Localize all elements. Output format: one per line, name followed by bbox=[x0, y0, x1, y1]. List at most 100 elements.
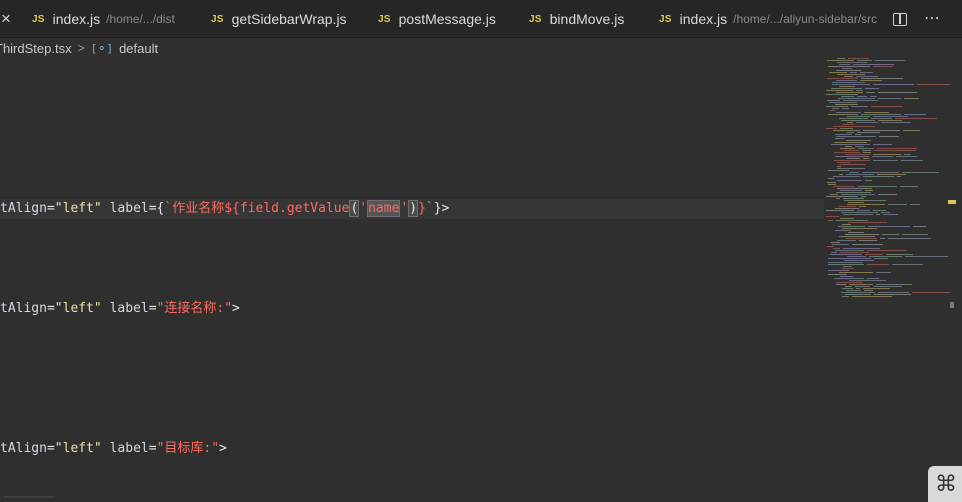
chevron-right-icon: > bbox=[77, 41, 85, 55]
minimap-line bbox=[835, 134, 852, 135]
minimap-line bbox=[878, 92, 917, 93]
minimap-line bbox=[841, 292, 875, 293]
minimap-line bbox=[844, 260, 874, 261]
minimap-line bbox=[828, 220, 833, 221]
code-line[interactable]: tAlign="left" label={` 作业名称${field.getVal… bbox=[0, 199, 449, 219]
operator-token: = bbox=[148, 441, 157, 456]
tab-post-message[interactable]: JS postMessage.js bbox=[378, 0, 496, 38]
string-token: "left" bbox=[54, 301, 102, 316]
code-line[interactable]: tAlign="left" label="目标库:"> bbox=[0, 439, 227, 459]
minimap-line bbox=[841, 96, 854, 97]
minimap-line bbox=[860, 72, 873, 73]
minimap-line bbox=[876, 284, 912, 285]
minimap-line bbox=[844, 150, 859, 151]
minimap-line bbox=[828, 184, 836, 185]
selected-text: name bbox=[367, 200, 401, 217]
scrollbar-highlight[interactable] bbox=[948, 200, 956, 204]
minimap-line bbox=[836, 112, 861, 113]
minimap-line bbox=[836, 198, 840, 199]
minimap-line bbox=[863, 158, 869, 159]
minimap-line bbox=[837, 62, 867, 63]
minimap-line bbox=[840, 148, 855, 149]
breadcrumb-file[interactable]: ThirdStep.tsx bbox=[0, 41, 72, 56]
minimap-line bbox=[900, 186, 918, 187]
close-icon[interactable]: × bbox=[0, 8, 14, 30]
split-editor-icon[interactable] bbox=[893, 13, 907, 26]
minimap-line bbox=[864, 112, 889, 113]
more-actions-icon[interactable]: ⋯ bbox=[924, 8, 941, 28]
minimap-line bbox=[840, 252, 869, 253]
minimap-line bbox=[842, 68, 852, 69]
minimap-line bbox=[836, 70, 861, 71]
minimap-line bbox=[902, 172, 939, 173]
minimap-line bbox=[845, 294, 871, 295]
minimap-line bbox=[827, 78, 858, 79]
minimap-line bbox=[837, 166, 841, 167]
minimap-line bbox=[857, 60, 872, 61]
minimap-line bbox=[847, 158, 860, 159]
minimap-line bbox=[834, 278, 864, 279]
minimap-line bbox=[836, 220, 868, 221]
minimap-line bbox=[865, 254, 883, 255]
minimap-line bbox=[833, 248, 840, 249]
minimap-line bbox=[849, 280, 886, 281]
string-quote: ' bbox=[359, 201, 368, 216]
editor-window: × JS index.js /home/.../dist JS getSideb… bbox=[0, 0, 962, 502]
tab-get-sidebar-wrap[interactable]: JS getSidebarWrap.js bbox=[211, 0, 347, 38]
minimap-line bbox=[840, 276, 853, 277]
minimap-line bbox=[846, 290, 861, 291]
minimap-line bbox=[873, 160, 898, 161]
operator-token: ={ bbox=[148, 201, 165, 216]
minimap-line bbox=[839, 86, 855, 87]
tab-index-js-dist[interactable]: JS index.js /home/.../dist bbox=[32, 0, 175, 38]
minimap-line bbox=[842, 108, 849, 109]
minimap-line bbox=[843, 266, 852, 267]
minimap-line bbox=[859, 206, 866, 207]
minimap-line bbox=[829, 102, 857, 103]
breadcrumb: ThirdStep.tsx > [⚬] default bbox=[0, 38, 820, 58]
code-editor[interactable]: tAlign="left" label={`作业名称${field.getVal… bbox=[0, 58, 826, 502]
minimap-line bbox=[841, 212, 878, 213]
bracket-match: ) bbox=[408, 200, 419, 217]
minimap-line bbox=[832, 84, 870, 85]
minimap-line bbox=[870, 96, 877, 97]
minimap-line bbox=[837, 180, 862, 181]
minimap-line bbox=[857, 132, 880, 133]
minimap-line bbox=[903, 130, 920, 131]
minimap-line bbox=[830, 254, 862, 255]
minimap-line bbox=[842, 288, 853, 289]
code-line[interactable]: tAlign="left" label="连接名称:"> bbox=[0, 299, 240, 319]
minimap-line bbox=[867, 278, 879, 279]
minimap-line bbox=[861, 78, 903, 79]
minimap-line bbox=[845, 154, 870, 155]
minimap-line bbox=[856, 76, 878, 77]
minimap-line bbox=[847, 122, 853, 123]
minimap-line bbox=[826, 106, 848, 107]
operator-token: = bbox=[46, 301, 55, 316]
minimap-line bbox=[851, 106, 868, 107]
minimap-line bbox=[831, 252, 837, 253]
minimap-line bbox=[833, 186, 855, 187]
tab-index-js-src[interactable]: JS index.js /home/.../aliyun-sidebar/src bbox=[659, 0, 877, 38]
minimap-line bbox=[835, 230, 851, 231]
string-token: "连接名称:" bbox=[156, 301, 233, 316]
minimap-line bbox=[913, 226, 926, 227]
minimap-line bbox=[876, 214, 880, 215]
minimap-line bbox=[828, 262, 863, 263]
minimap-line bbox=[873, 210, 886, 211]
js-file-icon: JS bbox=[32, 13, 45, 25]
minimap-line bbox=[850, 72, 857, 73]
minimap[interactable] bbox=[826, 56, 962, 306]
minimap-line bbox=[863, 288, 890, 289]
minimap-line bbox=[880, 238, 885, 239]
operator-token: }> bbox=[433, 201, 450, 216]
minimap-line bbox=[846, 140, 871, 141]
breadcrumb-symbol[interactable]: default bbox=[119, 41, 158, 56]
tab-bind-move[interactable]: JS bindMove.js bbox=[529, 0, 624, 38]
minimap-line bbox=[904, 98, 919, 99]
minimap-line bbox=[861, 114, 901, 115]
operator-token: = bbox=[46, 201, 55, 216]
minimap-line bbox=[846, 238, 877, 239]
minimap-line bbox=[828, 270, 849, 271]
minimap-line bbox=[831, 88, 862, 89]
